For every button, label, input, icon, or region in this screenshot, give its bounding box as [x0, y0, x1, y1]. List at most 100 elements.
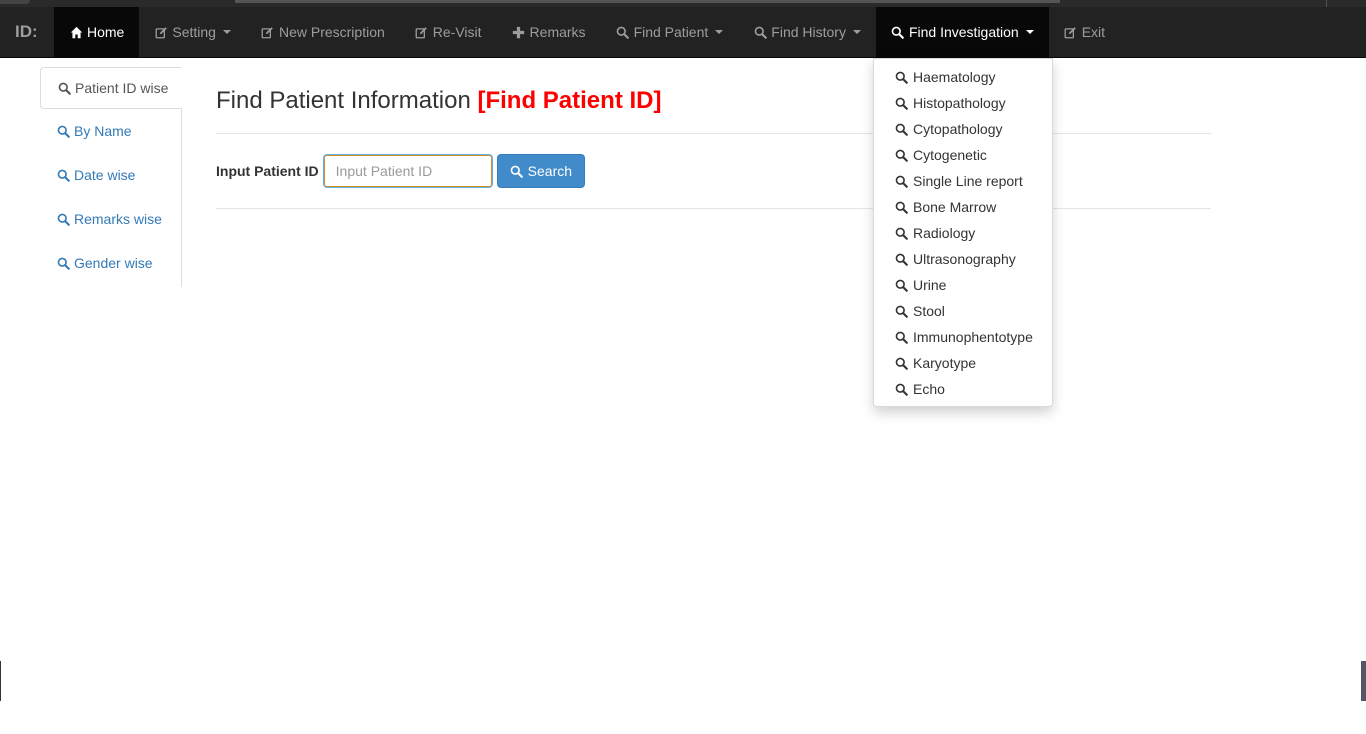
patient-id-label: Input Patient ID [216, 163, 319, 179]
dropdown-item-cytogenetic[interactable]: Cytogenetic [874, 142, 1052, 168]
edit-icon [415, 25, 429, 39]
nav-home[interactable]: Home [54, 7, 140, 57]
search-icon [891, 25, 905, 39]
search-icon [616, 25, 630, 39]
divider [216, 133, 1211, 134]
sidebar-item-gender-wise[interactable]: Gender wise [40, 241, 181, 285]
nav-revisit-label: Re-Visit [432, 24, 482, 40]
nav-find-investigation-label: Find Investigation [908, 24, 1019, 40]
dropdown-item-label: Ultrasonography [913, 251, 1016, 267]
search-icon [894, 278, 908, 292]
main-content: Find Patient Information [Find Patient I… [216, 86, 1211, 209]
search-icon [894, 226, 908, 240]
window-edge-right [1361, 661, 1366, 701]
search-icon [894, 382, 908, 396]
caret-down-icon [1025, 30, 1034, 34]
dropdown-item-label: Bone Marrow [913, 199, 997, 215]
nav-remarks-label: Remarks [529, 24, 586, 40]
top-navbar: ID: Home Setting New Prescription Re-Vis… [0, 7, 1366, 58]
search-button-label: Search [527, 163, 573, 179]
dropdown-item-label: Radiology [913, 225, 976, 241]
nav-find-patient[interactable]: Find Patient [601, 7, 739, 57]
nav-exit-label: Exit [1081, 24, 1106, 40]
search-icon [894, 70, 908, 84]
nav-menu: Home Setting New Prescription Re-Visit R… [54, 7, 1120, 57]
dropdown-item-stool[interactable]: Stool [874, 298, 1052, 324]
nav-remarks[interactable]: Remarks [497, 7, 601, 57]
nav-setting-label: Setting [172, 24, 216, 40]
nav-revisit[interactable]: Re-Visit [400, 7, 497, 57]
search-button[interactable]: Search [496, 154, 586, 188]
dropdown-item-label: Immunophentotype [913, 329, 1033, 345]
nav-find-investigation[interactable]: Find Investigation [875, 7, 1049, 57]
find-investigation-dropdown: Haematology Histopathology Cytopathology… [873, 58, 1053, 407]
browser-divider [1326, 0, 1327, 7]
sidebar-item-patient-id-wise[interactable]: Patient ID wise [40, 67, 182, 109]
search-icon [894, 148, 908, 162]
dropdown-item-haematology[interactable]: Haematology [874, 64, 1052, 90]
dropdown-item-immunophentotype[interactable]: Immunophentotype [874, 324, 1052, 350]
search-form: Input Patient ID Search [216, 154, 586, 188]
dropdown-item-cytopathology[interactable]: Cytopathology [874, 116, 1052, 142]
dropdown-item-histopathology[interactable]: Histopathology [874, 90, 1052, 116]
sidebar: Patient ID wise By Name Date wise Remark… [40, 67, 182, 287]
search-icon [510, 164, 524, 178]
nav-exit[interactable]: Exit [1049, 7, 1120, 57]
sidebar-item-by-name[interactable]: By Name [40, 109, 181, 153]
search-icon [56, 168, 70, 182]
dropdown-item-label: Cytogenetic [913, 147, 987, 163]
page-title: Find Patient Information [Find Patient I… [216, 86, 1211, 116]
dropdown-item-label: Haematology [913, 69, 996, 85]
sidebar-item-label: By Name [74, 123, 132, 139]
caret-down-icon [852, 30, 861, 34]
nav-find-history-label: Find History [771, 24, 846, 40]
nav-new-prescription[interactable]: New Prescription [246, 7, 400, 57]
search-icon [753, 25, 767, 39]
search-icon [894, 200, 908, 214]
sidebar-item-label: Patient ID wise [75, 80, 169, 96]
search-icon [894, 356, 908, 370]
search-icon [894, 330, 908, 344]
page-title-highlight: [Find Patient ID] [477, 87, 662, 114]
dropdown-item-bone-marrow[interactable]: Bone Marrow [874, 194, 1052, 220]
dropdown-item-label: Cytopathology [913, 121, 1003, 137]
dropdown-item-ultrasonography[interactable]: Ultrasonography [874, 246, 1052, 272]
nav-new-prescription-label: New Prescription [278, 24, 385, 40]
sidebar-item-remarks-wise[interactable]: Remarks wise [40, 197, 181, 241]
nav-home-label: Home [87, 24, 125, 40]
search-icon [56, 124, 70, 138]
browser-scroll-track [235, 0, 1060, 3]
search-icon [894, 304, 908, 318]
caret-down-icon [222, 30, 231, 34]
brand-label: ID: [15, 22, 38, 41]
dropdown-item-label: Echo [913, 381, 945, 397]
browser-tab-edge [0, 0, 30, 4]
search-icon [894, 252, 908, 266]
nav-setting[interactable]: Setting [139, 7, 246, 57]
browser-top-strip [0, 0, 1366, 7]
home-icon [69, 25, 83, 39]
dropdown-item-label: Urine [913, 277, 947, 293]
window-edge-left [0, 661, 1, 701]
dropdown-item-label: Single Line report [913, 173, 1023, 189]
divider [216, 208, 1211, 209]
dropdown-item-label: Stool [913, 303, 945, 319]
edit-icon [261, 25, 275, 39]
search-icon [56, 212, 70, 226]
sidebar-item-date-wise[interactable]: Date wise [40, 153, 181, 197]
dropdown-item-urine[interactable]: Urine [874, 272, 1052, 298]
dropdown-item-karyotype[interactable]: Karyotype [874, 350, 1052, 376]
search-icon [894, 174, 908, 188]
page-title-text: Find Patient Information [216, 87, 471, 114]
dropdown-item-radiology[interactable]: Radiology [874, 220, 1052, 246]
search-icon [894, 96, 908, 110]
nav-find-history[interactable]: Find History [738, 7, 876, 57]
dropdown-item-label: Karyotype [913, 355, 977, 371]
dropdown-item-single-line-report[interactable]: Single Line report [874, 168, 1052, 194]
search-icon [894, 122, 908, 136]
dropdown-item-echo[interactable]: Echo [874, 376, 1052, 402]
sidebar-item-label: Remarks wise [74, 211, 162, 227]
patient-id-input[interactable] [322, 154, 493, 188]
search-icon [57, 81, 71, 95]
search-icon [56, 256, 70, 270]
